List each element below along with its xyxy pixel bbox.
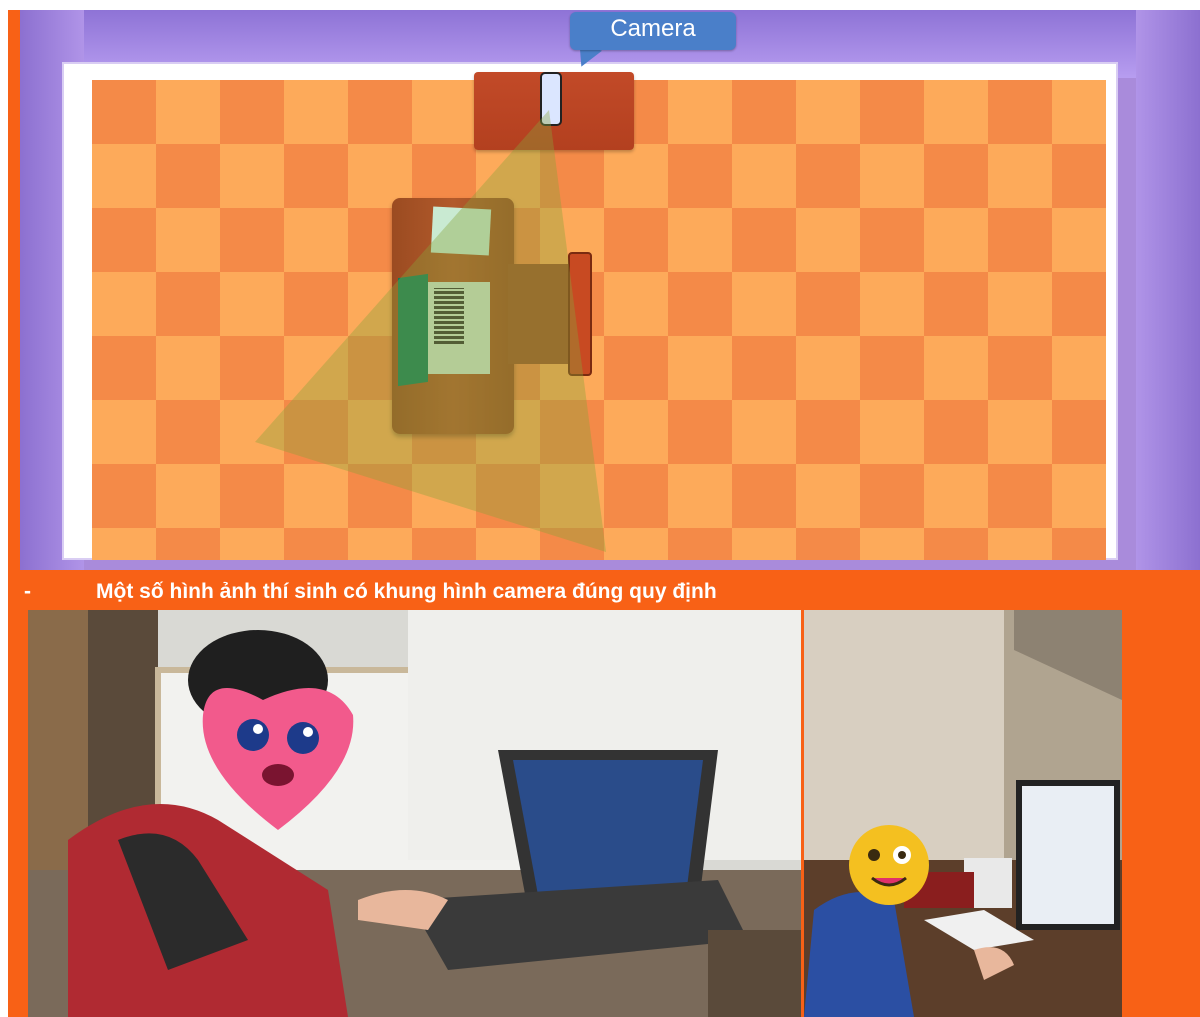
student-photo-right-illustration (804, 610, 1122, 1017)
camera-field-of-view (255, 110, 606, 552)
caption-text: Một số hình ảnh thí sinh có khung hình c… (96, 580, 717, 603)
student-photo-left-illustration (28, 610, 801, 1017)
student-photo-left (28, 610, 801, 1017)
camera-label: Camera (570, 12, 736, 50)
student-photo-right (804, 610, 1122, 1017)
caption-bullet: - (24, 580, 31, 603)
